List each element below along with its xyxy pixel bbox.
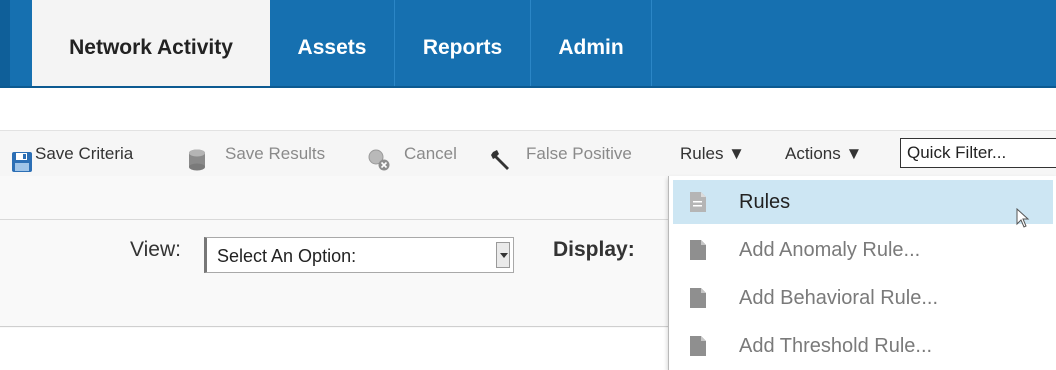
document-icon — [689, 335, 707, 357]
view-select-value: Select An Option: — [217, 246, 357, 266]
save-criteria-button[interactable]: Save Criteria — [12, 131, 174, 177]
top-navigation-bar: Network Activity Assets Reports Admin — [0, 0, 1056, 88]
document-icon — [689, 287, 707, 309]
save-results-button[interactable]: Save Results — [187, 131, 357, 177]
menu-item-label: Rules — [739, 191, 791, 213]
chevron-down-icon — [500, 253, 508, 258]
rules-menu-button[interactable]: Rules ▼ — [680, 131, 768, 177]
tab-reports[interactable]: Reports — [395, 0, 531, 88]
view-label: View: — [130, 238, 181, 261]
mouse-pointer-icon — [1016, 207, 1030, 235]
tabbar-left-edge — [0, 0, 10, 88]
save-results-label: Save Results — [225, 144, 326, 163]
save-criteria-label: Save Criteria — [35, 144, 134, 163]
divider — [0, 219, 668, 220]
tab-admin[interactable]: Admin — [531, 0, 652, 88]
search-toolbar: Save Criteria Save Results Cancel False … — [0, 130, 1056, 178]
document-icon — [689, 239, 707, 261]
rules-dropdown-menu: Rules Add Anomaly Rule... Add Behavioral… — [668, 176, 1056, 370]
database-icon — [187, 143, 207, 171]
cancel-button[interactable]: Cancel — [367, 131, 475, 177]
document-icon — [689, 191, 707, 213]
menu-item-add-threshold-rule[interactable]: Add Threshold Rule... — [673, 324, 1053, 368]
quick-filter-input[interactable]: Quick Filter... — [900, 138, 1056, 168]
select-dropdown-button[interactable] — [496, 242, 510, 268]
actions-menu-button[interactable]: Actions ▼ — [785, 131, 885, 177]
menu-item-label: Add Behavioral Rule... — [739, 287, 939, 309]
tab-network-activity[interactable]: Network Activity — [32, 0, 270, 88]
menu-item-add-behavioral-rule[interactable]: Add Behavioral Rule... — [673, 276, 1053, 320]
cancel-label: Cancel — [404, 144, 457, 163]
view-select[interactable]: Select An Option: — [204, 237, 514, 273]
display-label: Display: — [553, 238, 635, 261]
wrench-icon — [490, 143, 510, 170]
menu-item-label: Add Anomaly Rule... — [739, 239, 921, 261]
actions-menu-label: Actions ▼ — [785, 144, 863, 163]
menu-item-add-anomaly-rule[interactable]: Add Anomaly Rule... — [673, 228, 1053, 272]
menu-item-rules[interactable]: Rules — [673, 180, 1053, 224]
floppy-disk-icon — [12, 144, 32, 172]
spacer — [0, 88, 1056, 130]
magnifier-cancel-icon — [367, 144, 390, 171]
tab-assets[interactable]: Assets — [270, 0, 395, 88]
false-positive-label: False Positive — [526, 144, 632, 163]
false-positive-button[interactable]: False Positive — [490, 131, 662, 177]
divider — [0, 326, 668, 327]
rules-menu-label: Rules ▼ — [680, 144, 746, 163]
menu-item-label: Add Threshold Rule... — [739, 335, 933, 357]
